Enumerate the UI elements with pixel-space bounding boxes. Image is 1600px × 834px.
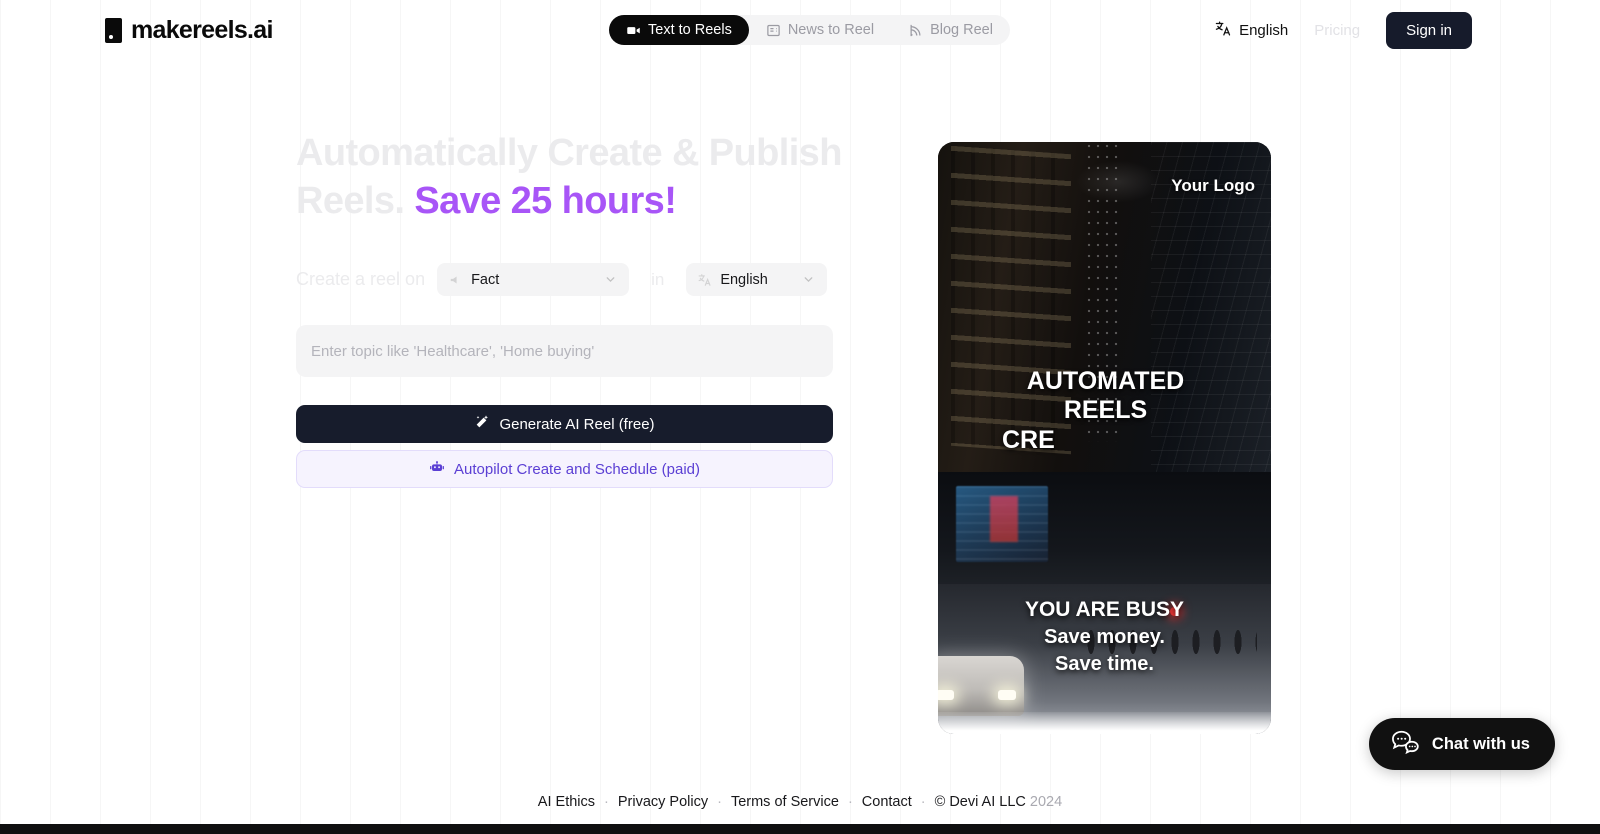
reel-video-preview[interactable]: Your Logo AUTOMATED REELS CRE YOU ARE BU… [938, 142, 1271, 734]
topic-input[interactable] [296, 325, 833, 377]
caption-bottom-line-2: Save money. [1044, 626, 1165, 648]
caption-line-1: AUTOMATED [1026, 367, 1185, 395]
chevron-down-icon [788, 273, 815, 286]
generate-reel-button[interactable]: Generate AI Reel (free) [296, 405, 833, 443]
brand-logo[interactable]: makereels.ai [105, 16, 273, 45]
headline-line-1: Automatically Create & Publish [296, 132, 842, 174]
footer-link-ai-ethics[interactable]: AI Ethics [538, 794, 595, 810]
pricing-link[interactable]: Pricing [1314, 22, 1360, 39]
translate-icon [1215, 20, 1232, 41]
chat-bubbles-icon [1390, 729, 1420, 760]
tab-label: Blog Reel [930, 22, 993, 38]
autopilot-label: Autopilot Create and Schedule (paid) [454, 460, 700, 478]
megaphone-icon [449, 273, 463, 287]
header-actions: English Pricing Sign in [1215, 11, 1472, 49]
sign-in-button[interactable]: Sign in [1386, 11, 1472, 49]
site-header: makereels.ai Text to Reels News to Reel … [0, 0, 1600, 60]
video-camera-icon [626, 23, 641, 38]
square-dot-mark-icon [105, 17, 122, 43]
headline-line-2: Reels. Save 25 hours! [296, 182, 836, 220]
topic-type-value: Fact [471, 271, 500, 288]
reel-language-value: English [720, 271, 768, 288]
tab-label: News to Reel [787, 22, 875, 38]
footer-link-privacy-policy[interactable]: Privacy Policy [618, 794, 708, 810]
blog-rss-icon [908, 23, 923, 38]
mode-tabs: Text to Reels News to Reel Blog Reel [609, 15, 1010, 45]
caption-bottom-line-3: Save time. [1055, 653, 1154, 675]
reel-config-row: Create a reel on Fact in English [296, 263, 836, 296]
caption-line-3: CRE [1002, 425, 1055, 454]
chat-with-us-button[interactable]: Chat with us [1368, 718, 1555, 770]
video-caption-top: AUTOMATED REELS CRE [958, 367, 1253, 455]
chat-label: Chat with us [1431, 734, 1530, 753]
video-bottom-fade [938, 712, 1271, 734]
footer-separator: · [847, 794, 853, 810]
landing-page: makereels.ai Text to Reels News to Reel … [0, 0, 1600, 834]
brand-name: makereels.ai [131, 15, 273, 44]
neon-sign-red [990, 496, 1018, 542]
language-switcher[interactable]: English [1215, 20, 1288, 41]
in-label: in [651, 269, 665, 289]
logo-watermark: Your Logo [1171, 176, 1255, 195]
caption-bottom-line-1: YOU ARE BUSY [1024, 598, 1185, 621]
translate-icon [698, 273, 712, 287]
hero-section: Automatically Create & Publish Reels. Sa… [296, 134, 842, 488]
language-label: English [1239, 21, 1289, 39]
topic-type-select[interactable]: Fact [437, 263, 630, 296]
chevron-down-icon [590, 273, 617, 286]
headline-plain: Reels. [296, 180, 405, 222]
copyright-text: © Devi AI LLC [934, 794, 1026, 810]
reel-language-select[interactable]: English [686, 263, 828, 296]
video-caption-bottom: YOU ARE BUSY Save money. Save time. [952, 598, 1257, 676]
magic-wand-icon [474, 414, 490, 434]
generate-reel-label: Generate AI Reel (free) [499, 415, 655, 433]
footer-copyright: © Devi AI LLC 2024 [935, 794, 1063, 810]
bottom-bar [0, 824, 1600, 834]
tab-blog-reel[interactable]: Blog Reel [891, 15, 1010, 45]
tab-label: Text to Reels [648, 22, 732, 38]
page-title: Automatically Create & Publish Reels. Sa… [296, 134, 842, 220]
footer-separator: · [604, 794, 609, 810]
robot-icon [429, 459, 445, 479]
create-reel-label: Create a reel on [296, 269, 426, 289]
copyright-year: 2024 [1029, 794, 1063, 810]
caption-line-2: REELS [1063, 396, 1148, 425]
footer-link-terms-of-service[interactable]: Terms of Service [731, 794, 839, 810]
headline-accent: Save 25 hours! [414, 180, 677, 222]
autopilot-button[interactable]: Autopilot Create and Schedule (paid) [296, 450, 833, 488]
tab-news-to-reel[interactable]: News to Reel [749, 15, 891, 45]
footer-separator: · [920, 794, 926, 810]
footer-link-contact[interactable]: Contact [862, 794, 912, 810]
tab-text-to-reels[interactable]: Text to Reels [609, 15, 749, 45]
footer-separator: · [717, 794, 722, 810]
newspaper-icon [766, 23, 781, 38]
site-footer: AI Ethics · Privacy Policy · Terms of Se… [0, 794, 1600, 810]
